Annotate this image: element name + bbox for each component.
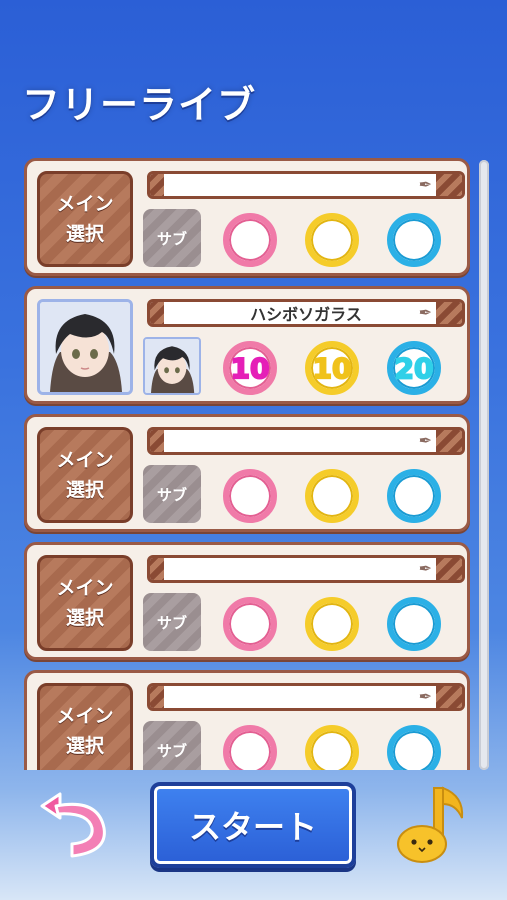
yellow-stat-slot xyxy=(305,725,359,770)
feather-icon[interactable]: ✒ xyxy=(419,559,432,578)
list-scrollbar[interactable] xyxy=(479,160,489,770)
sub-select-button[interactable]: サブ xyxy=(143,593,201,651)
unit-name: ハシボソガラス xyxy=(250,305,362,324)
main-select-button[interactable]: メイン 選択 xyxy=(37,555,133,651)
music-button[interactable] xyxy=(390,782,470,866)
sub-select-button[interactable]: サブ xyxy=(143,465,201,523)
yellow-stat-value: 10 xyxy=(312,351,353,386)
blue-stat-slot xyxy=(387,213,441,267)
character-face-icon xyxy=(40,302,130,392)
pink-stat-slot: 10 xyxy=(223,341,277,395)
unit-name-bar[interactable]: ✒ xyxy=(147,427,465,455)
screen-title: フリーライブ xyxy=(22,83,257,127)
back-arrow-icon xyxy=(40,792,106,858)
blue-stat-value: 20 xyxy=(394,351,435,386)
unit-name-bar[interactable]: ✒ xyxy=(147,555,465,583)
unit-card: メイン 選択 ✒ サブ xyxy=(24,542,470,660)
main-select-label-1: メイン xyxy=(56,193,114,215)
main-select-label-2: 選択 xyxy=(65,223,104,245)
unit-list[interactable]: メイン 選択 ✒ サブ ハシボソガラス ✒ 10 10 20 メイン 選択 ✒ … xyxy=(24,158,472,770)
unit-name-bar[interactable]: ハシボソガラス ✒ xyxy=(147,299,465,327)
pink-stat-slot xyxy=(223,725,277,770)
blue-stat-slot xyxy=(387,469,441,523)
unit-card: ハシボソガラス ✒ 10 10 20 xyxy=(24,286,470,404)
pink-stat-slot xyxy=(223,597,277,651)
sub-character-portrait[interactable] xyxy=(143,337,201,395)
pink-stat-value: 10 xyxy=(230,351,271,386)
main-select-label-2: 選択 xyxy=(65,735,104,757)
main-select-button[interactable]: メイン 選択 xyxy=(37,683,133,770)
music-note-icon xyxy=(397,786,464,863)
blue-stat-slot: 20 xyxy=(387,341,441,395)
unit-name-bar[interactable]: ✒ xyxy=(147,171,465,199)
main-select-button[interactable]: メイン 選択 xyxy=(37,171,133,267)
main-character-portrait[interactable] xyxy=(37,299,133,395)
main-select-label-1: メイン xyxy=(56,577,114,599)
pink-stat-slot xyxy=(223,213,277,267)
yellow-stat-slot xyxy=(305,469,359,523)
unit-name-bar[interactable]: ✒ xyxy=(147,683,465,711)
main-select-label-1: メイン xyxy=(56,449,114,471)
unit-card: メイン 選択 ✒ サブ xyxy=(24,670,470,770)
pink-stat-slot xyxy=(223,469,277,523)
yellow-stat-slot xyxy=(305,213,359,267)
feather-icon[interactable]: ✒ xyxy=(419,175,432,194)
unit-card: メイン 選択 ✒ サブ xyxy=(24,414,470,532)
blue-stat-slot xyxy=(387,597,441,651)
feather-icon[interactable]: ✒ xyxy=(419,303,432,322)
main-select-button[interactable]: メイン 選択 xyxy=(37,427,133,523)
unit-card: メイン 選択 ✒ サブ xyxy=(24,158,470,276)
main-select-label-1: メイン xyxy=(56,705,114,727)
back-button[interactable] xyxy=(38,788,118,868)
blue-stat-slot xyxy=(387,725,441,770)
feather-icon[interactable]: ✒ xyxy=(419,687,432,706)
yellow-stat-slot xyxy=(305,597,359,651)
sub-select-button[interactable]: サブ xyxy=(143,209,201,267)
sub-select-button[interactable]: サブ xyxy=(143,721,201,770)
character-face-icon xyxy=(145,339,199,393)
yellow-stat-slot: 10 xyxy=(305,341,359,395)
main-select-label-2: 選択 xyxy=(65,607,104,629)
start-button[interactable]: スタート xyxy=(150,782,356,868)
main-select-label-2: 選択 xyxy=(65,479,104,501)
feather-icon[interactable]: ✒ xyxy=(419,431,432,450)
